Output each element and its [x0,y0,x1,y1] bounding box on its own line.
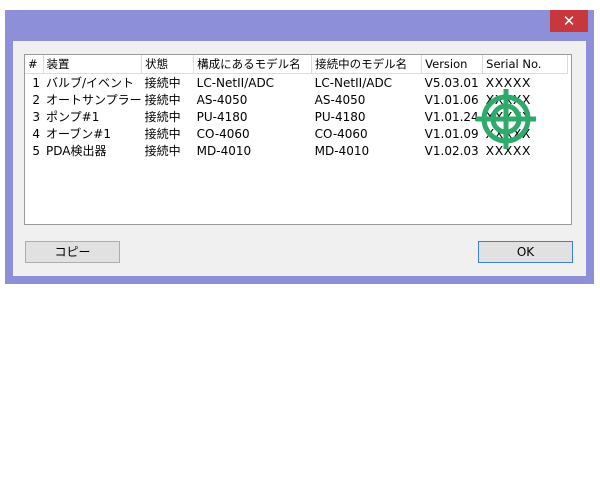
ok-button-label: OK [516,245,535,259]
serial-number: XXXXX [485,75,531,90]
device-status: 接続中 [144,144,181,158]
row-index: 1 [32,75,40,90]
connected-model: CO-4060 [314,126,368,141]
device-status: 接続中 [144,127,181,141]
serial-number: XXXXX [485,92,531,107]
row-index: 4 [32,126,40,141]
copy-button-label: コピー [54,245,91,259]
firmware-version: V5.03.01 [424,75,479,90]
device-status: 接続中 [144,76,181,90]
configured-model: MD-4010 [196,143,252,158]
row-index: 5 [32,143,40,158]
device-status: 接続中 [144,93,181,107]
col-header-index[interactable]: # [25,55,44,74]
col-header-serial[interactable]: Serial No. [482,55,569,74]
connected-model: AS-4050 [314,92,366,107]
dialog-window: ✕ # 装置 状態 構成にあるモデル名 接続中のモデル名 Version Ser… [5,10,594,284]
row-index: 3 [32,109,40,124]
firmware-version: V1.01.24 [424,109,479,124]
table-row[interactable]: 3 ポンプ#1 接続中 PU-4180 PU-4180 V1.01.24 XXX… [25,108,568,125]
connected-model: MD-4010 [314,143,370,158]
header-row: # 装置 状態 構成にあるモデル名 接続中のモデル名 Version Seria… [25,55,569,74]
dialog-client-area: # 装置 状態 構成にあるモデル名 接続中のモデル名 Version Seria… [13,41,586,276]
connected-model: LC-NetII/ADC [314,75,393,90]
device-name: オーブン#1 [46,127,111,141]
device-name: オートサンプラー [46,93,142,107]
device-name: PDA検出器 [46,144,107,158]
configured-model: AS-4050 [196,92,248,107]
firmware-version: V1.01.06 [424,92,479,107]
device-status: 接続中 [144,110,181,124]
table-row[interactable]: 1 バルブ/イベント 接続中 LC-NetII/ADC LC-NetII/ADC… [25,74,568,92]
device-table: # 装置 状態 構成にあるモデル名 接続中のモデル名 Version Seria… [25,55,569,159]
table-row[interactable]: 2 オートサンプラー 接続中 AS-4050 AS-4050 V1.01.06 … [25,91,568,108]
title-bar[interactable]: ✕ [5,10,594,40]
firmware-version: V1.01.09 [424,126,479,141]
col-header-status[interactable]: 状態 [141,55,195,74]
firmware-version: V1.02.03 [424,143,479,158]
col-header-version[interactable]: Version [421,55,484,74]
device-list[interactable]: # 装置 状態 構成にあるモデル名 接続中のモデル名 Version Seria… [24,54,572,225]
configured-model: PU-4180 [196,109,248,124]
connected-model: PU-4180 [314,109,366,124]
serial-number: XXXXX [485,143,531,158]
serial-number: XXXXX [485,126,531,141]
close-icon: ✕ [562,12,576,30]
table-row[interactable]: 4 オーブン#1 接続中 CO-4060 CO-4060 V1.01.09 XX… [25,125,568,142]
table-row[interactable]: 5 PDA検出器 接続中 MD-4010 MD-4010 V1.02.03 XX… [25,142,568,159]
serial-number: XXXXX [485,109,531,124]
device-name: バルブ/イベント [46,76,135,90]
configured-model: LC-NetII/ADC [196,75,275,90]
col-header-connected-model[interactable]: 接続中のモデル名 [311,55,423,74]
ok-button[interactable]: OK [478,241,573,263]
col-header-device[interactable]: 装置 [43,55,143,74]
col-header-configured-model[interactable]: 構成にあるモデル名 [193,55,313,74]
row-index: 2 [32,92,40,107]
device-name: ポンプ#1 [46,110,100,124]
close-button[interactable]: ✕ [550,10,588,32]
configured-model: CO-4060 [196,126,250,141]
copy-button[interactable]: コピー [25,241,120,263]
